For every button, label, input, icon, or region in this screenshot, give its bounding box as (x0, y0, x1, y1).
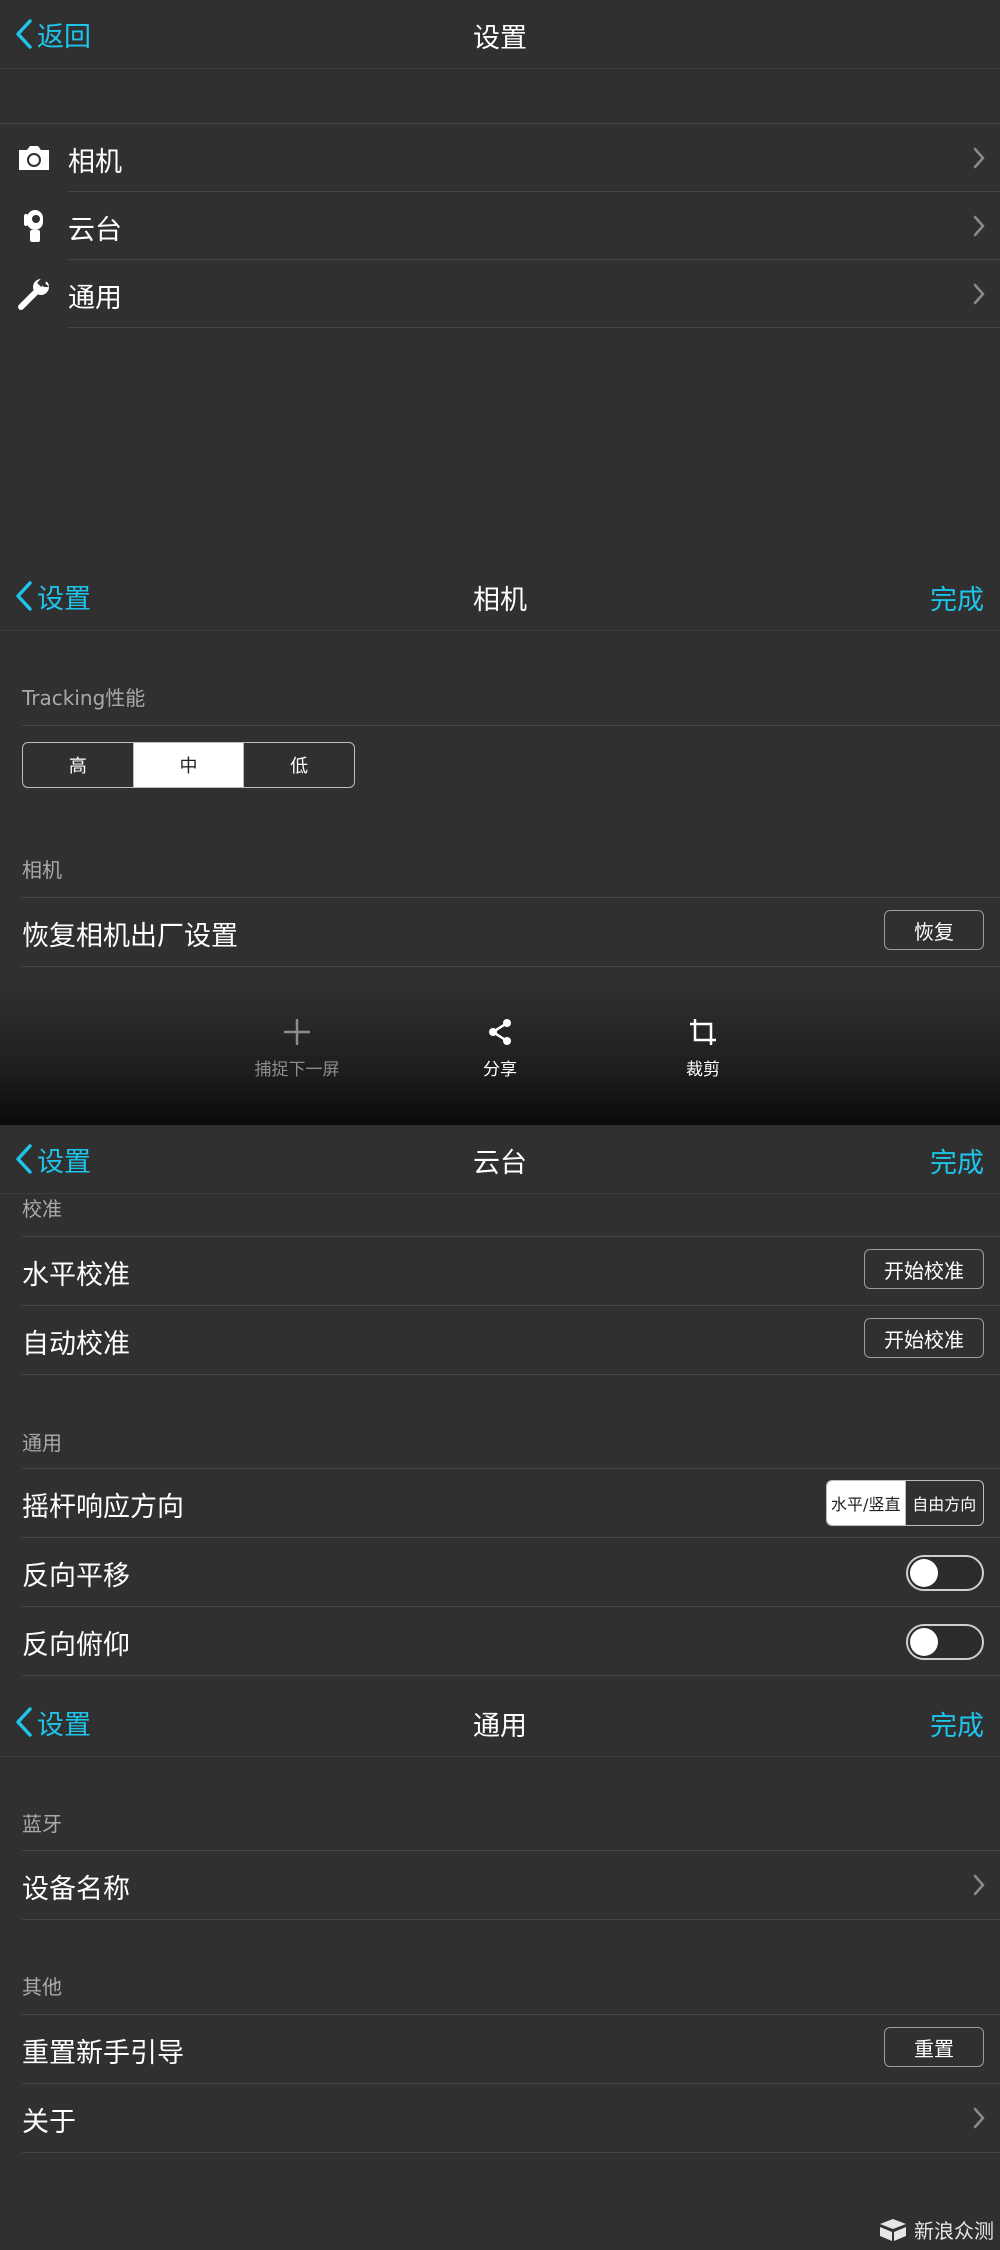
joystick-direction-segmented-control: 水平/竖直 自由方向 (826, 1480, 984, 1526)
section-header-general: 通用 (22, 1431, 62, 1455)
auto-calibration-row: 自动校准 (22, 1306, 1000, 1375)
nav-bar: 设置 相机 完成 (0, 562, 1000, 631)
chevron-right-icon (972, 214, 986, 242)
crop-label: 裁剪 (686, 1060, 720, 1080)
menu-item-label: 通用 (68, 283, 122, 314)
menu-item-label: 云台 (68, 215, 122, 246)
reverse-tilt-label: 反向俯仰 (22, 1630, 130, 1661)
share-icon (440, 1015, 560, 1049)
nav-bar: 设置 通用 完成 (0, 1688, 1000, 1757)
share-label: 分享 (483, 1060, 517, 1080)
joystick-direction-label: 摇杆响应方向 (22, 1492, 184, 1523)
reverse-pan-toggle[interactable] (906, 1555, 984, 1591)
menu-item-gimbal[interactable]: 云台 (0, 192, 1000, 260)
reverse-pan-row: 反向平移 (22, 1538, 1000, 1607)
chevron-right-icon (972, 282, 986, 310)
done-button[interactable]: 完成 (930, 1141, 984, 1180)
tracking-option-medium[interactable]: 中 (133, 743, 245, 787)
chevron-right-icon (972, 146, 986, 174)
device-name-row[interactable]: 设备名称 (22, 1851, 1000, 1920)
joystick-option-horizontal-vertical[interactable]: 水平/竖直 (827, 1481, 906, 1525)
done-button[interactable]: 完成 (930, 578, 984, 617)
page-title: 云台 (473, 1148, 527, 1179)
horizontal-calibration-row: 水平校准 (22, 1237, 1000, 1306)
reverse-tilt-row: 反向俯仰 (22, 1607, 1000, 1676)
start-auto-calibration-button[interactable]: 开始校准 (864, 1318, 984, 1358)
joystick-option-free[interactable]: 自由方向 (906, 1481, 984, 1525)
gimbal-icon (16, 208, 52, 244)
nav-bar: 设置 云台 完成 (0, 1125, 1000, 1194)
page-title: 设置 (473, 23, 527, 54)
section-header-bluetooth: 蓝牙 (22, 1812, 62, 1836)
reset-guide-row: 重置新手引导 (22, 2015, 1000, 2084)
watermark-logo-icon (880, 2218, 906, 2241)
share-toolbar: 捕捉下一屏 分享 裁剪 (0, 985, 1000, 1125)
device-name-label: 设备名称 (22, 1874, 130, 1905)
section-header-other: 其他 (22, 1975, 62, 1999)
capture-label: 捕捉下一屏 (254, 1060, 340, 1080)
reset-camera-row: 恢复相机出厂设置 (22, 898, 1000, 967)
section-header-tracking: Tracking性能 (22, 686, 146, 710)
section-header-camera: 相机 (22, 858, 62, 882)
plus-icon (237, 1015, 357, 1049)
wrench-icon (16, 276, 52, 312)
reset-camera-label: 恢复相机出厂设置 (22, 921, 238, 952)
menu-item-label: 相机 (68, 147, 122, 178)
tracking-option-high[interactable]: 高 (23, 743, 134, 787)
watermark-text: 新浪众测 (914, 2219, 994, 2243)
chevron-right-icon (972, 2106, 986, 2130)
about-row[interactable]: 关于 (22, 2084, 1000, 2153)
toggle-knob (910, 1559, 938, 1587)
crop-icon (643, 1015, 763, 1049)
page-title: 通用 (473, 1711, 527, 1742)
reverse-tilt-toggle[interactable] (906, 1624, 984, 1660)
restore-button[interactable]: 恢复 (884, 910, 984, 950)
divider (22, 725, 1000, 726)
horizontal-calibration-label: 水平校准 (22, 1260, 130, 1291)
about-label: 关于 (22, 2107, 76, 2138)
nav-bar: 返回 设置 (0, 0, 1000, 69)
gimbal-settings-panel: 设置 云台 完成 校准 水平校准 开始校准 自动校准 开始校准 通用 摇杆响应方… (0, 1125, 1000, 1688)
camera-settings-panel: 设置 相机 完成 Tracking性能 高 中 低 相机 恢复相机出厂设置 恢复… (0, 562, 1000, 1125)
tracking-segmented-control: 高 中 低 (22, 742, 355, 788)
general-settings-panel: 设置 通用 完成 蓝牙 设备名称 其他 重置新手引导 重置 关于 新浪众测 (0, 1688, 1000, 2250)
reset-guide-label: 重置新手引导 (22, 2038, 184, 2069)
start-horizontal-calibration-button[interactable]: 开始校准 (864, 1249, 984, 1289)
done-button[interactable]: 完成 (930, 1704, 984, 1743)
share-button[interactable]: 分享 (440, 1015, 560, 1080)
chevron-right-icon (972, 1873, 986, 1897)
reverse-pan-label: 反向平移 (22, 1561, 130, 1592)
reset-button[interactable]: 重置 (884, 2027, 984, 2067)
capture-next-screen-button[interactable]: 捕捉下一屏 (237, 1015, 357, 1080)
toggle-knob (910, 1628, 938, 1656)
camera-icon (16, 140, 52, 176)
section-header-calibration: 校准 (22, 1197, 62, 1221)
menu-item-general[interactable]: 通用 (0, 260, 1000, 328)
settings-panel: 返回 设置 相机 云台 通用 (0, 0, 1000, 562)
tracking-option-low[interactable]: 低 (244, 743, 354, 787)
auto-calibration-label: 自动校准 (22, 1329, 130, 1360)
watermark: 新浪众测 (878, 2215, 994, 2244)
page-title: 相机 (473, 585, 527, 616)
menu-item-camera[interactable]: 相机 (0, 124, 1000, 192)
crop-button[interactable]: 裁剪 (643, 1015, 763, 1080)
